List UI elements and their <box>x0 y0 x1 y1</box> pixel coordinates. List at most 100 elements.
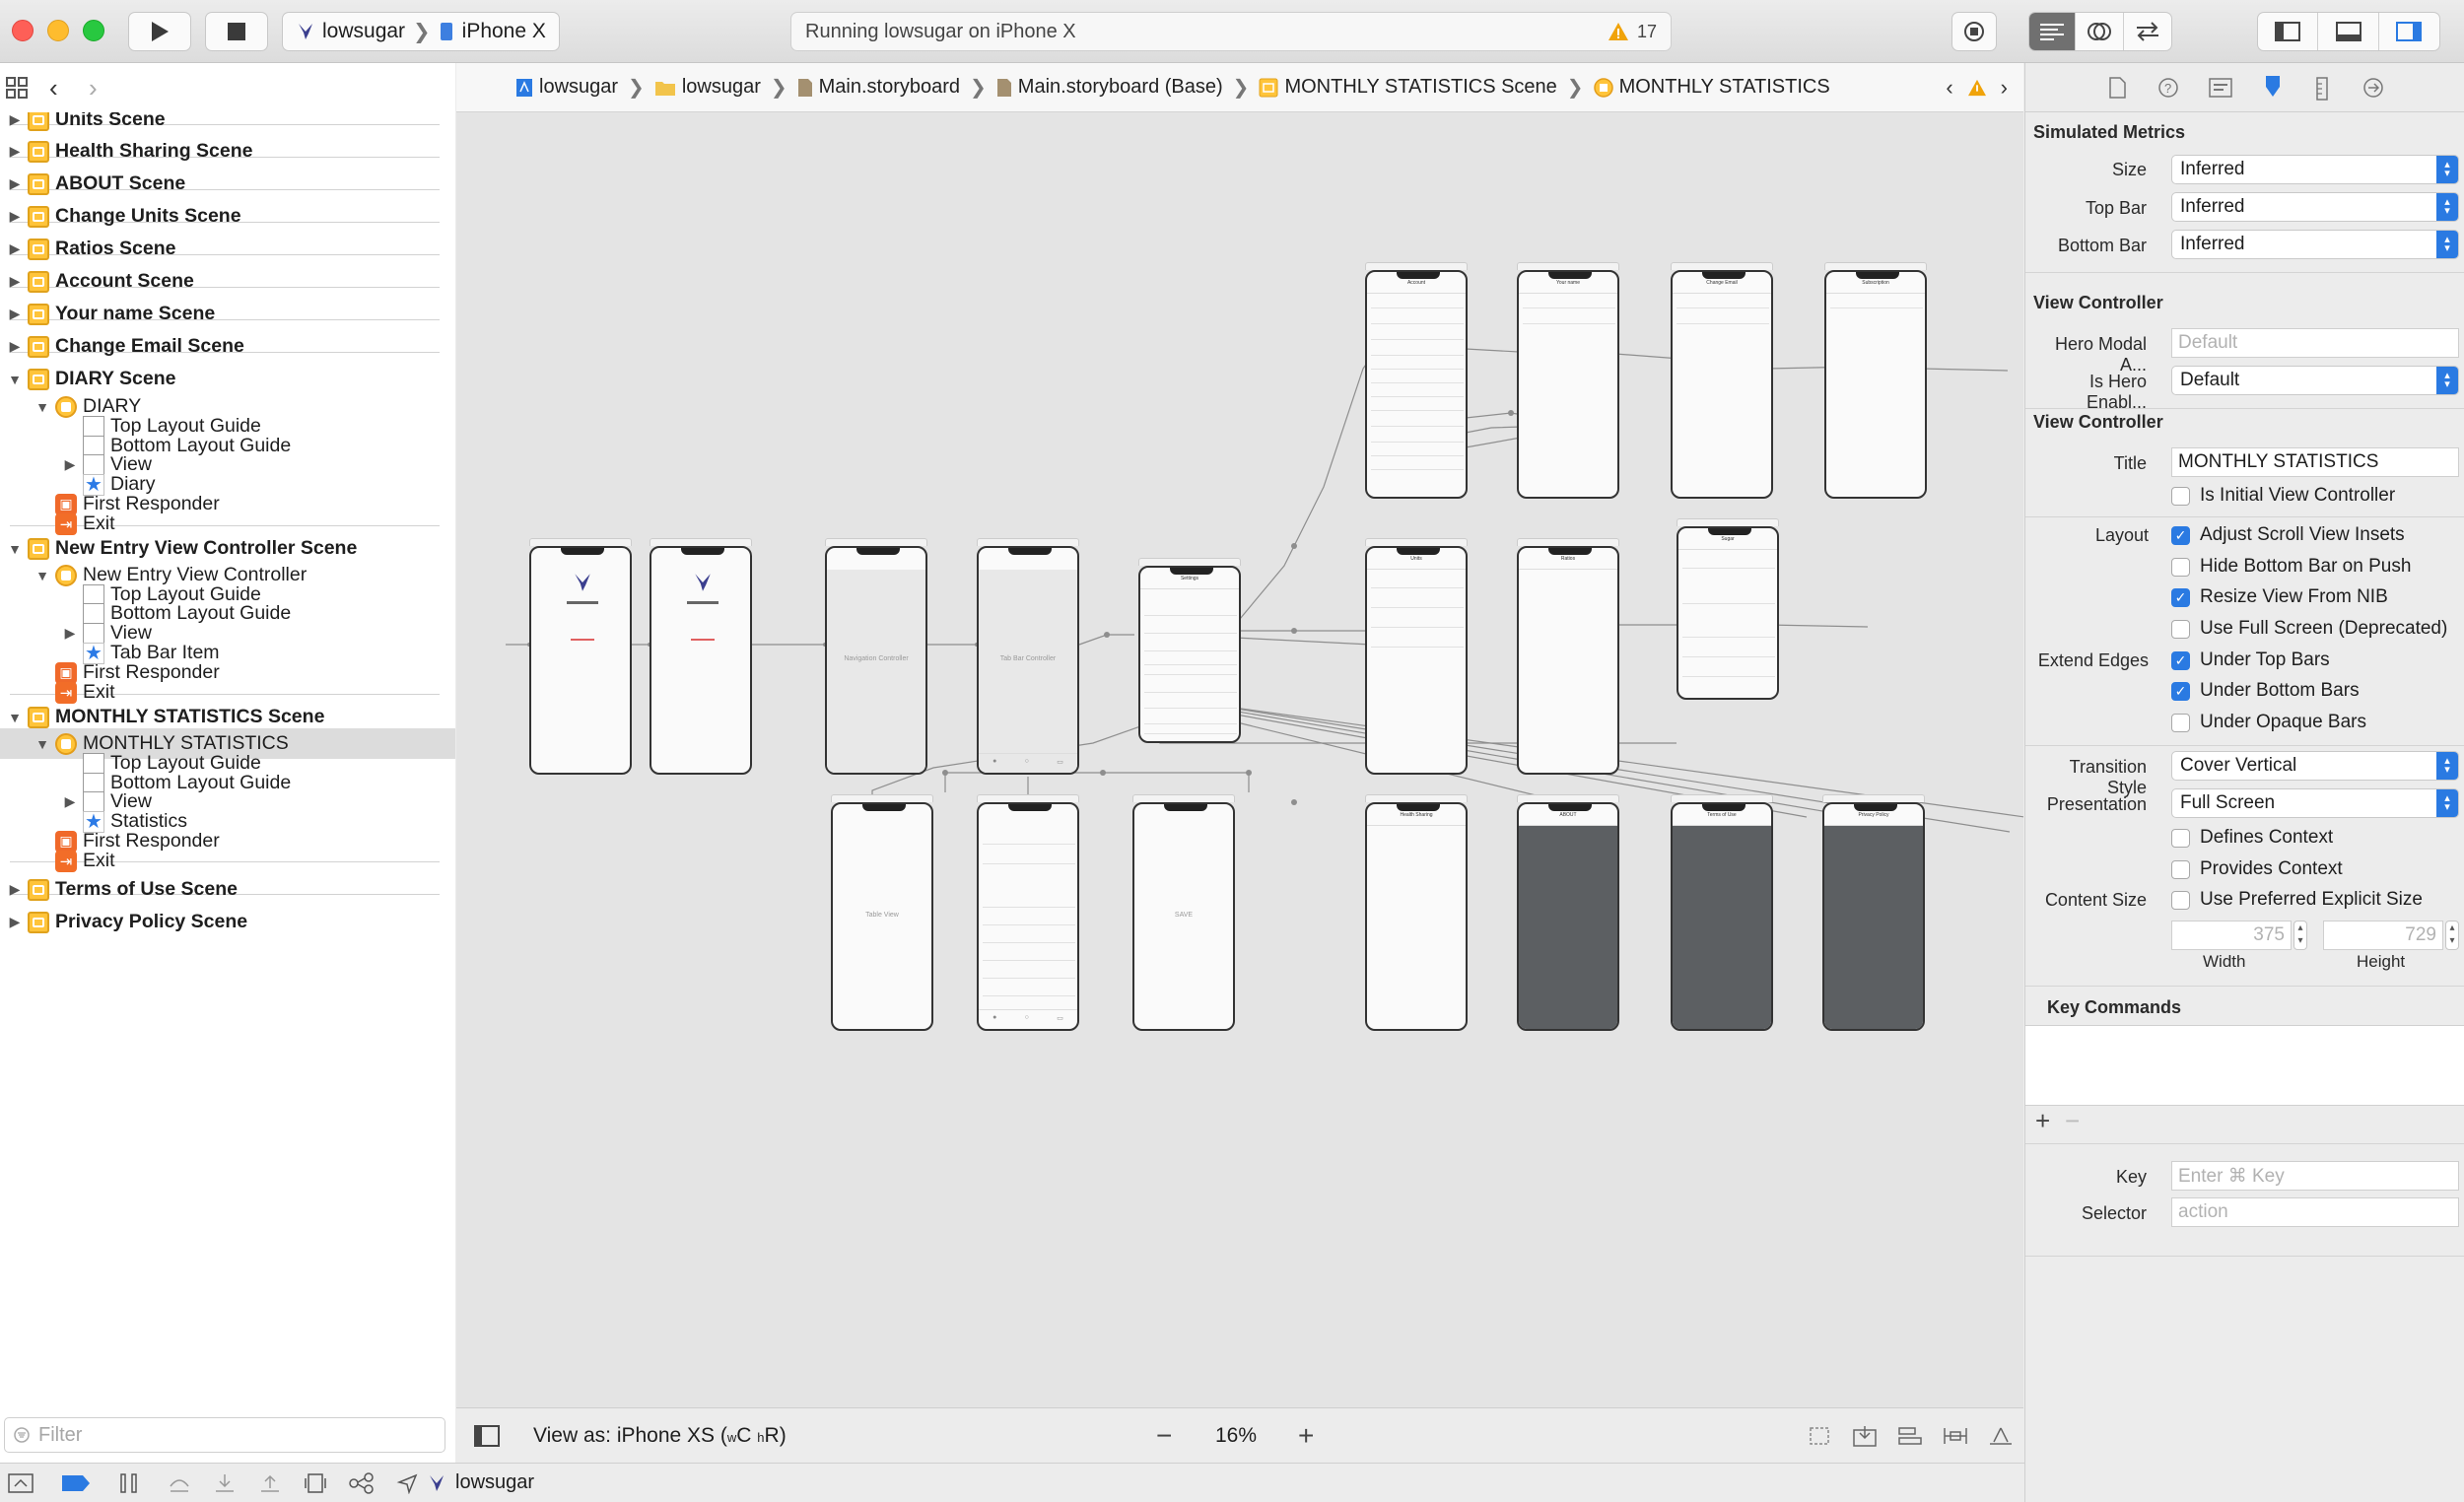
scene-dock[interactable] <box>977 794 1079 802</box>
add-key-command-button[interactable]: + <box>2035 1106 2050 1136</box>
disclosure-down-icon[interactable]: ▼ <box>8 372 22 387</box>
resolve-issues-icon[interactable] <box>1988 1424 2014 1448</box>
scene-dock[interactable] <box>1822 794 1925 802</box>
outline-scene-row[interactable]: ▼ DIARY Scene <box>0 364 455 394</box>
outline-item-row[interactable]: ⇥ Exit <box>0 846 455 876</box>
library-button[interactable] <box>1951 12 1997 51</box>
toggle-inspector-button[interactable] <box>2379 13 2439 50</box>
preferred-size-checkbox[interactable]: Use Preferred Explicit Size <box>2171 888 2423 912</box>
zoom-level[interactable]: 16% <box>1215 1424 1257 1448</box>
under-top-checkbox[interactable]: ✓ Under Top Bars <box>2171 649 2330 672</box>
zoom-window-button[interactable] <box>83 20 104 41</box>
step-out-icon[interactable] <box>258 1472 282 1494</box>
add-constraints-icon[interactable] <box>1943 1424 1968 1448</box>
hide-bottom-bar-checkbox[interactable]: Hide Bottom Bar on Push <box>2171 555 2411 579</box>
breadcrumb-item[interactable]: Main.storyboard <box>797 76 960 99</box>
pause-icon[interactable] <box>118 1472 140 1494</box>
outline-scene-row[interactable]: ▶ Units Scene <box>0 112 455 135</box>
file-inspector-icon[interactable] <box>2108 77 2126 99</box>
diary-scene-1[interactable] <box>529 546 632 775</box>
warning-icon[interactable] <box>1608 22 1629 41</box>
hero-modal-field[interactable]: Default <box>2171 328 2459 358</box>
view-as-label[interactable]: View as: iPhone XS (wC hR) <box>533 1424 787 1448</box>
scene-dock[interactable] <box>1517 262 1619 270</box>
step-in-icon[interactable] <box>213 1472 237 1494</box>
breadcrumb-item[interactable]: MONTHLY STATISTICS <box>1593 76 1830 99</box>
scene-dock[interactable] <box>831 794 933 802</box>
disclosure-right-icon[interactable]: ▶ <box>8 338 22 355</box>
width-stepper[interactable]: ▴ ▾ <box>2293 921 2307 950</box>
disclosure-right-icon[interactable]: ▶ <box>8 273 22 290</box>
previous-issue-icon[interactable]: ‹ <box>1946 75 1952 101</box>
minimize-window-button[interactable] <box>47 20 69 41</box>
settings-scene[interactable]: Settings <box>1138 566 1241 743</box>
warning-icon[interactable] <box>1967 79 1987 97</box>
privacy-policy-scene[interactable]: Privacy Policy <box>1822 802 1925 1031</box>
scene-dock[interactable] <box>825 538 927 546</box>
health-sharing-scene[interactable]: Health Sharing <box>1365 802 1468 1031</box>
zoom-in-button[interactable]: + <box>1298 1420 1314 1452</box>
provides-context-checkbox[interactable]: Provides Context <box>2171 857 2343 881</box>
height-stepper[interactable]: ▴ ▾ <box>2445 921 2459 950</box>
toggle-navigator-button[interactable] <box>2258 13 2319 50</box>
scene-dock[interactable] <box>529 538 632 546</box>
monthly-statistics-scene[interactable]: Table View <box>831 802 933 1031</box>
hero-enabled-popup[interactable]: Default ▴ ▾ <box>2171 366 2459 395</box>
units-scene[interactable]: Units <box>1365 546 1468 775</box>
zoom-out-button[interactable]: − <box>1156 1420 1172 1452</box>
account-scene[interactable]: Account <box>1365 270 1468 499</box>
scheme-selector[interactable]: lowsugar ❯ iPhone X <box>282 12 560 51</box>
scene-dock[interactable] <box>1138 558 1241 566</box>
title-field[interactable]: MONTHLY STATISTICS <box>2171 447 2459 477</box>
outline-scene-row[interactable]: ▶ Privacy Policy Scene <box>0 907 455 937</box>
ratios-scene[interactable]: Ratios <box>1517 546 1619 775</box>
identity-inspector-icon[interactable] <box>2209 77 2232 99</box>
outline-scene-row[interactable]: ▶ ABOUT Scene <box>0 169 455 199</box>
terms-of-use-scene[interactable]: Terms of Use <box>1671 802 1773 1031</box>
scene-dock[interactable] <box>1671 262 1773 270</box>
scene-dock[interactable] <box>1677 518 1779 526</box>
disclosure-right-icon[interactable]: ▶ <box>8 112 22 128</box>
defines-context-checkbox[interactable]: Defines Context <box>2171 826 2333 850</box>
breadcrumb-item[interactable]: Main.storyboard (Base) <box>996 76 1223 99</box>
size-inspector-icon[interactable] <box>2315 77 2329 101</box>
disclosure-right-icon[interactable]: ▶ <box>8 143 22 160</box>
new-entry-scene[interactable]: ● ○ ▭ <box>977 802 1079 1031</box>
key-commands-table[interactable] <box>2025 1025 2464 1106</box>
update-frames-icon[interactable] <box>1852 1424 1878 1448</box>
diary-scene-2[interactable] <box>650 546 752 775</box>
size-popup[interactable]: Inferred ▴ ▾ <box>2171 155 2459 184</box>
transition-popup[interactable]: Cover Vertical ▴ ▾ <box>2171 751 2459 781</box>
scene-dock[interactable] <box>1132 794 1235 802</box>
run-button[interactable] <box>128 12 191 51</box>
top-bar-popup[interactable]: Inferred ▴ ▾ <box>2171 192 2459 222</box>
selector-field[interactable]: action <box>2171 1197 2459 1227</box>
disclosure-down-icon[interactable]: ▼ <box>8 541 22 557</box>
memory-graph-icon[interactable] <box>349 1471 375 1494</box>
warning-count[interactable]: 17 <box>1637 22 1657 42</box>
scene-dock[interactable] <box>977 538 1079 546</box>
toggle-outline-icon[interactable] <box>474 1424 500 1447</box>
grid-icon[interactable] <box>6 77 28 99</box>
disclosure-right-icon[interactable]: ▶ <box>8 881 22 898</box>
scene-dock[interactable] <box>1517 794 1619 802</box>
step-over-icon[interactable] <box>168 1472 191 1494</box>
outline-scene-row[interactable]: ▶ Account Scene <box>0 266 455 297</box>
scene-dock[interactable] <box>1365 262 1468 270</box>
breadcrumb-item[interactable]: lowsugar <box>654 76 761 99</box>
height-field[interactable]: 729 <box>2323 921 2443 950</box>
scene-dock[interactable] <box>1824 262 1927 270</box>
disclosure-right-icon[interactable]: ▶ <box>8 914 22 930</box>
outline-scene-row[interactable]: ▶ Your name Scene <box>0 299 455 329</box>
close-window-button[interactable] <box>12 20 34 41</box>
scene-dock[interactable] <box>1365 538 1468 546</box>
resize-nib-checkbox[interactable]: ✓ Resize View From NIB <box>2171 585 2388 609</box>
outline-scene-row[interactable]: ▶ Ratios Scene <box>0 234 455 264</box>
navigation-controller-scene[interactable]: Navigation Controller <box>825 546 927 775</box>
help-inspector-icon[interactable]: ? <box>2157 77 2179 99</box>
connections-inspector-icon[interactable] <box>2362 77 2384 99</box>
breadcrumb-item[interactable]: MONTHLY STATISTICS Scene <box>1259 76 1557 99</box>
initial-vc-checkbox[interactable]: Is Initial View Controller <box>2171 484 2395 508</box>
ratios-detail-scene[interactable]: Sugar <box>1677 526 1779 700</box>
about-scene[interactable]: ABOUT <box>1517 802 1619 1031</box>
